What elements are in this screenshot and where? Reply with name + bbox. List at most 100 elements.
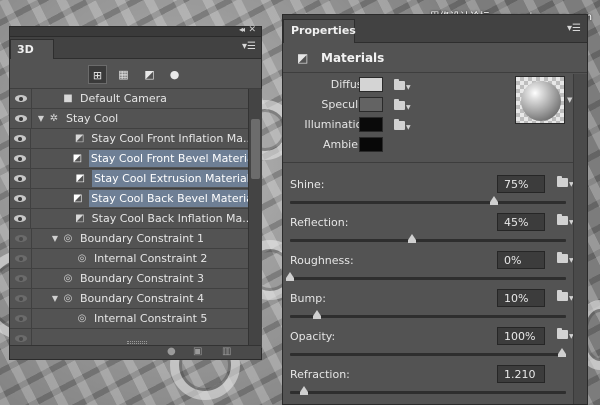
slider-knob[interactable]	[299, 386, 308, 395]
render-icon[interactable]: ▣	[193, 346, 202, 357]
materials-icon[interactable]: ◩	[140, 65, 159, 84]
camera-icon: ■	[63, 92, 73, 104]
material-parameter: Refraction: 1.210	[283, 365, 575, 404]
trash-icon[interactable]: ▥	[222, 346, 231, 357]
parameter-value-field[interactable]: 10%	[497, 289, 545, 307]
panel-menu-icon[interactable]: ▾☰	[242, 41, 256, 52]
parameter-value-field[interactable]: 1.210	[497, 365, 545, 383]
layer-name: Stay Cool Front Inflation Ma...	[91, 132, 248, 145]
slider-track[interactable]	[290, 239, 566, 242]
eye-icon	[14, 335, 27, 342]
layer-row[interactable]: ◩ Stay Cool Front Bevel Material	[10, 148, 248, 169]
whole-scene-icon[interactable]: ⊞	[88, 65, 107, 84]
properties-header: ◩ Materials	[283, 43, 587, 73]
texture-folder-icon[interactable]: ▼	[394, 79, 411, 91]
visibility-toggle[interactable]	[10, 89, 32, 109]
properties-title: Materials	[321, 51, 385, 65]
panel-tab-row: 3D ▾☰	[10, 37, 261, 59]
materials-icon: ◩	[297, 51, 309, 65]
texture-folder-icon[interactable]: ▼	[394, 119, 411, 131]
layer-row[interactable]: ■ Default Camera	[10, 89, 248, 109]
visibility-toggle[interactable]	[10, 308, 32, 329]
scrollbar-thumb[interactable]	[251, 119, 260, 179]
layer-row[interactable]: ◎ Internal Constraint 2	[10, 248, 248, 269]
slider-track[interactable]	[290, 353, 566, 356]
texture-folder-icon[interactable]: ▼	[557, 328, 574, 340]
eye-icon	[14, 95, 27, 102]
properties-scrollbar[interactable]	[573, 74, 587, 404]
parameter-value-field[interactable]: 0%	[497, 251, 545, 269]
color-swatch[interactable]	[359, 97, 383, 112]
parameter-value-field[interactable]: 100%	[497, 327, 545, 345]
material-picker-dropdown-icon[interactable]: ▼	[567, 96, 572, 104]
slider-knob[interactable]	[490, 196, 498, 205]
eye-icon	[14, 275, 27, 282]
visibility-toggle[interactable]	[10, 248, 32, 269]
layer-row[interactable]: ◩ Stay Cool Back Inflation Ma...	[10, 208, 248, 229]
color-swatch[interactable]	[359, 117, 383, 132]
twirl-arrow-icon[interactable]: ▼	[36, 114, 46, 123]
slider-knob[interactable]	[558, 348, 566, 357]
meshes-icon[interactable]: ▦	[114, 65, 133, 84]
visibility-toggle[interactable]	[10, 108, 32, 129]
layer-name: Boundary Constraint 4	[80, 292, 204, 305]
twirl-arrow-icon[interactable]: ▼	[50, 294, 60, 303]
mesh-icon: ✲	[49, 112, 59, 124]
slider-track[interactable]	[290, 315, 566, 318]
texture-folder-icon[interactable]: ▼	[394, 99, 411, 111]
layer-row[interactable]: ◩ Stay Cool Extrusion Material	[10, 168, 248, 189]
constraint-icon: ◎	[63, 292, 73, 304]
panel-titlebar: ◂◂ ✕	[10, 25, 261, 37]
eye-icon	[14, 255, 27, 262]
visibility-toggle[interactable]	[10, 228, 32, 249]
properties-tab-row: Properties ▾☰	[283, 15, 587, 43]
chevron-down-icon: ▼	[406, 124, 411, 131]
eye-icon	[13, 195, 26, 202]
resize-grip[interactable]	[127, 341, 147, 344]
color-swatch[interactable]	[359, 137, 383, 152]
slider-knob[interactable]	[408, 234, 417, 243]
collapse-panel-icon[interactable]: ◂◂	[239, 25, 245, 34]
slider-knob[interactable]	[286, 272, 294, 281]
layer-row[interactable]: ▼ ◎ Boundary Constraint 4	[10, 288, 248, 309]
chevron-down-icon: ▼	[406, 104, 411, 111]
layer-row[interactable]: ◎ Internal Constraint 5	[10, 308, 248, 329]
layer-row[interactable]: ▼ ✲ Stay Cool	[10, 108, 248, 129]
material-sphere	[521, 81, 561, 121]
slider-track[interactable]	[290, 391, 566, 394]
color-swatch[interactable]	[359, 77, 383, 92]
layer-row[interactable]: ◩ Stay Cool Back Bevel Material	[10, 188, 248, 209]
layer-row[interactable]: ▼ ◎ Boundary Constraint 1	[10, 228, 248, 249]
close-panel-icon[interactable]: ✕	[248, 25, 256, 35]
light-bulb-icon[interactable]: ●	[167, 346, 176, 357]
texture-folder-icon[interactable]: ▼	[557, 214, 574, 226]
properties-menu-icon[interactable]: ▾☰	[567, 23, 581, 34]
filter-bar: ⊞ ▦ ◩ ●	[10, 59, 261, 89]
material-preview[interactable]	[515, 76, 565, 124]
section-divider	[283, 162, 575, 163]
tab-properties[interactable]: Properties	[283, 19, 356, 43]
texture-folder-icon[interactable]: ▼	[557, 176, 574, 188]
lights-icon[interactable]: ●	[165, 65, 184, 84]
visibility-toggle[interactable]	[10, 288, 32, 309]
visibility-toggle[interactable]	[10, 188, 31, 209]
layer-name: Stay Cool Back Inflation Ma...	[91, 212, 248, 225]
parameter-value-field[interactable]: 75%	[497, 175, 545, 193]
tab-3d[interactable]: 3D	[10, 39, 54, 59]
visibility-toggle[interactable]	[10, 168, 32, 189]
visibility-toggle[interactable]	[10, 128, 32, 149]
layer-row[interactable]: ◩ Stay Cool Front Inflation Ma...	[10, 128, 248, 149]
layer-list-scrollbar[interactable]	[248, 89, 262, 348]
visibility-toggle[interactable]	[10, 208, 32, 229]
visibility-toggle[interactable]	[10, 268, 32, 289]
parameter-value-field[interactable]: 45%	[497, 213, 545, 231]
twirl-arrow-icon[interactable]: ▼	[50, 234, 60, 243]
slider-track[interactable]	[290, 277, 566, 280]
texture-folder-icon[interactable]: ▼	[557, 290, 574, 302]
slider-knob[interactable]	[313, 310, 322, 319]
chevron-down-icon: ▼	[406, 84, 411, 91]
visibility-toggle[interactable]	[10, 148, 31, 169]
slider-track[interactable]	[290, 201, 566, 204]
texture-folder-icon[interactable]: ▼	[557, 252, 574, 264]
layer-row[interactable]: ◎ Boundary Constraint 3	[10, 268, 248, 289]
